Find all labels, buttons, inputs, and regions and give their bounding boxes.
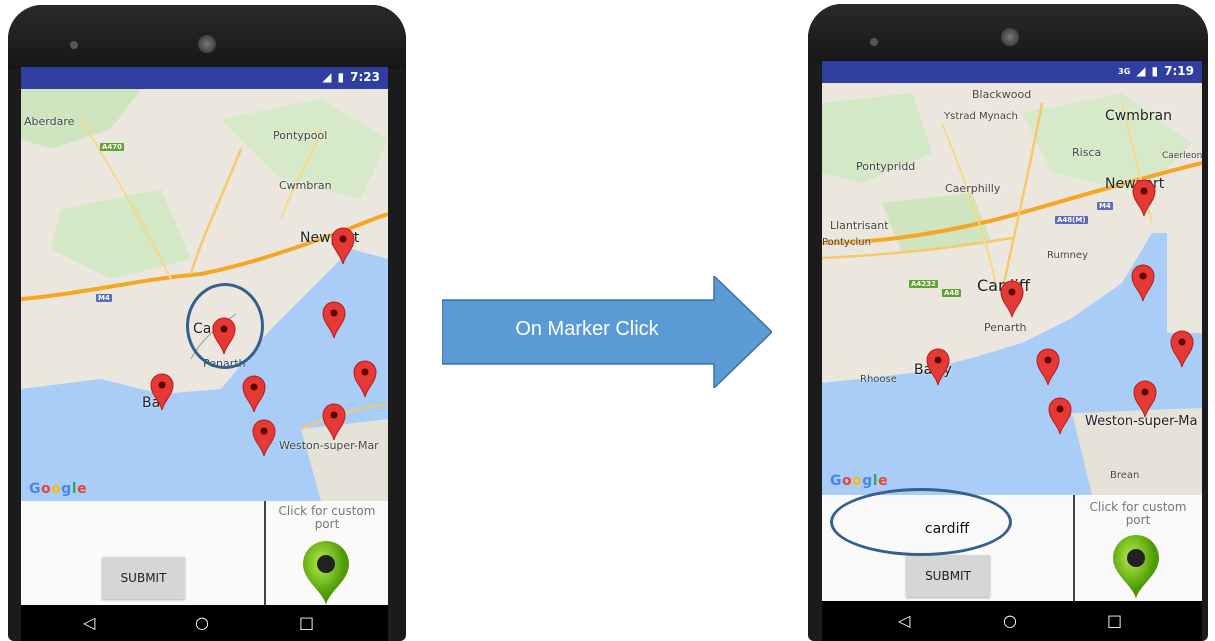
left-battery-icon: ▮ (337, 70, 345, 84)
left-status-bar: ◢ ▮ 7:23 (21, 67, 388, 89)
right-divider (1073, 495, 1075, 601)
left-nav-bar: ◁ ○ □ (21, 605, 388, 641)
left-road-tag: A470 (100, 143, 125, 151)
right-marker[interactable] (1131, 264, 1155, 302)
right-status-time: 7:19 (1164, 64, 1194, 78)
right-map[interactable]: Blackwood Ystrad Mynach Cwmbran Pontypri… (822, 83, 1202, 495)
home-icon[interactable]: ○ (1003, 611, 1017, 630)
left-place-label: Pontypool (273, 129, 328, 142)
right-place-label: Pontyclun (822, 237, 871, 248)
right-road-tag: A4232 (909, 280, 938, 288)
left-status-time: 7:23 (350, 70, 380, 84)
left-road-tag: M4 (96, 294, 112, 302)
left-marker[interactable] (322, 301, 346, 339)
left-bottom-panel: SUBMIT Click for custom port (21, 501, 388, 605)
right-place-label: Risca (1072, 146, 1102, 159)
left-divider (264, 501, 266, 605)
right-place-label: Caerleon (1162, 151, 1202, 161)
right-submit-button[interactable]: SUBMIT (906, 555, 990, 597)
left-front-camera (70, 41, 78, 49)
recents-icon[interactable]: □ (299, 613, 314, 632)
right-marker[interactable] (1133, 380, 1157, 418)
left-marker[interactable] (322, 403, 346, 441)
left-sensor (198, 35, 216, 53)
recents-icon[interactable]: □ (1107, 611, 1122, 630)
left-google-logo: Google (29, 481, 88, 497)
left-phone-bezel (8, 5, 406, 69)
left-marker[interactable] (242, 375, 266, 413)
right-input-highlight (830, 488, 1012, 556)
right-road-tag: A48 (942, 289, 962, 297)
right-place-label: Rumney (1047, 250, 1088, 261)
left-place-label: Aberdare (24, 115, 75, 128)
left-place-label: Cwmbran (279, 179, 332, 192)
right-signal-icon: ◢ (1136, 64, 1146, 78)
right-marker[interactable] (1170, 330, 1194, 368)
right-road-tag: M4 (1097, 202, 1113, 210)
right-marker[interactable] (1132, 179, 1156, 217)
right-place-label: Brean (1110, 470, 1140, 481)
right-custom-port-label[interactable]: Click for custom port (1078, 501, 1198, 527)
left-custom-port-label[interactable]: Click for custom port (271, 505, 383, 531)
back-icon[interactable]: ◁ (898, 611, 910, 630)
right-place-label: Caerphilly (945, 182, 1001, 195)
right-place-label: Penarth (984, 321, 1027, 334)
right-place-label: Rhoose (860, 374, 897, 385)
left-custom-pin-icon[interactable] (301, 541, 351, 605)
right-sensor (1001, 28, 1019, 46)
right-marker[interactable] (1048, 397, 1072, 435)
right-front-camera (870, 38, 878, 46)
right-road-tag: A48(M) (1055, 216, 1088, 224)
right-place-label: Blackwood (972, 88, 1032, 101)
right-phone-bezel (808, 4, 1208, 64)
left-marker[interactable] (353, 360, 377, 398)
right-custom-pin-icon[interactable] (1110, 535, 1162, 599)
home-icon[interactable]: ○ (195, 613, 209, 632)
left-marker[interactable] (252, 419, 276, 457)
right-google-logo: Google (830, 473, 889, 489)
right-battery-icon: ▮ (1151, 64, 1159, 78)
right-nav-bar: ◁ ○ □ (822, 601, 1202, 641)
right-marker[interactable] (926, 348, 950, 386)
arrow-label: On Marker Click (515, 318, 659, 340)
right-marker-cardiff[interactable] (1000, 280, 1024, 318)
left-marker[interactable] (150, 373, 174, 411)
left-signal-icon: ◢ (322, 70, 332, 84)
right-place-label: Ystrad Mynach (944, 111, 1018, 122)
right-place-label: Pontypridd (856, 160, 916, 173)
left-marker[interactable] (331, 227, 355, 265)
right-network-label: 3G (1118, 66, 1131, 76)
right-marker[interactable] (1036, 348, 1060, 386)
right-status-bar: 3G ◢ ▮ 7:19 (822, 61, 1202, 83)
right-screen: 3G ◢ ▮ 7:19 Blackwood Ystrad Mynach Cwmb… (822, 61, 1202, 641)
left-submit-button[interactable]: SUBMIT (102, 557, 185, 599)
back-icon[interactable]: ◁ (83, 613, 95, 632)
right-place-label: Cwmbran (1105, 108, 1172, 124)
right-place-label: Llantrisant (830, 219, 889, 232)
left-port-input[interactable] (31, 513, 251, 537)
left-marker-highlight (186, 283, 264, 369)
